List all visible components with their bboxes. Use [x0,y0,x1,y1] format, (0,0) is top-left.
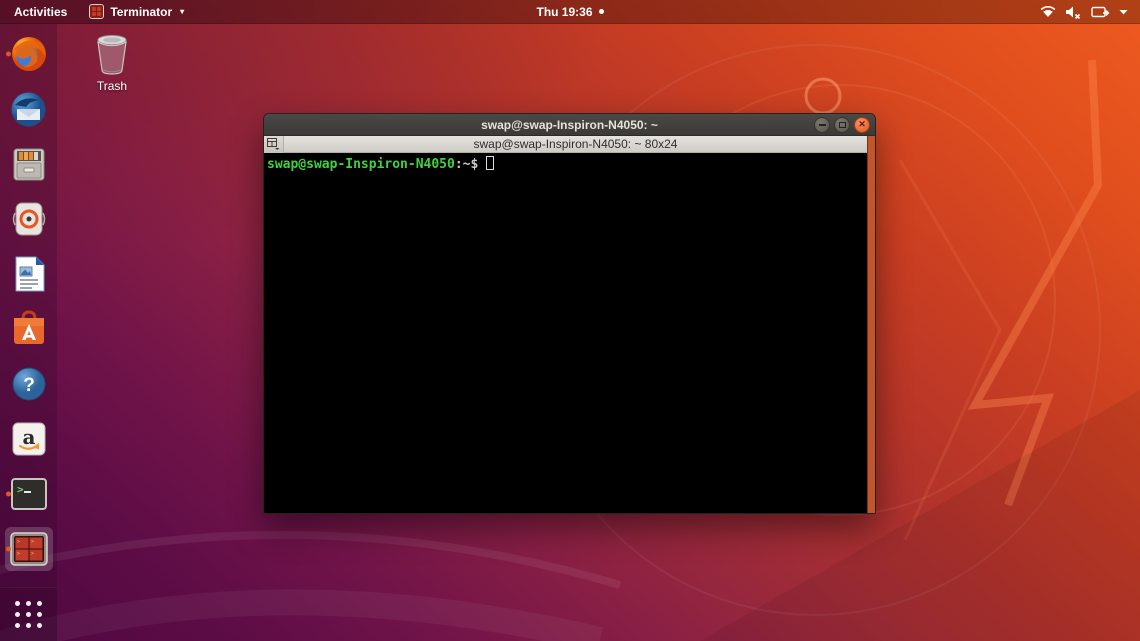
terminal-tab-bar: swap@swap-Inspiron-N4050: ~ 80x24 [264,136,867,153]
grouping-grid-icon [267,138,280,150]
help-icon: ? [10,365,48,403]
activities-label: Activities [14,5,67,19]
terminal-cursor [486,156,494,170]
dock-item-ubuntu-software[interactable] [5,307,53,351]
firefox-icon [10,35,48,73]
notification-dot [599,9,604,14]
app-menu-label: Terminator [110,5,172,19]
chevron-down-icon: ▾ [180,7,184,16]
dock-item-firefox[interactable] [5,32,53,76]
gnome-terminal-icon: > [10,475,48,513]
svg-text:a: a [22,425,35,449]
app-menu-terminator[interactable]: Terminator ▾ [85,0,188,24]
close-icon: ✕ [858,120,866,129]
svg-text:>: > [31,539,34,545]
dock-item-libreoffice-writer[interactable] [5,252,53,296]
battery-icon [1091,5,1110,19]
running-indicator [6,492,11,497]
minimize-button[interactable] [814,117,830,133]
volume-muted-icon [1065,5,1082,19]
minimize-icon [819,124,826,126]
system-status-area[interactable] [1040,5,1140,19]
chevron-down-icon [1119,9,1128,15]
terminator-icon: > > > > [10,530,48,568]
show-applications-grid-icon [15,601,42,628]
terminal-pane-title: swap@swap-Inspiron-N4050: ~ 80x24 [284,137,867,151]
window-titlebar[interactable]: swap@swap-Inspiron-N4050: ~ ✕ [264,114,875,136]
top-bar: Activities Terminator ▾ Thu 19:36 [0,0,1140,24]
trash-label: Trash [97,79,127,93]
running-indicator [6,547,11,552]
dock-item-terminator[interactable]: > > > > [5,527,53,571]
trash-can-icon [92,34,132,76]
close-button[interactable]: ✕ [854,117,870,133]
wifi-icon [1040,5,1056,18]
dock-item-thunderbird[interactable] [5,87,53,131]
clock-text: Thu 19:36 [536,5,592,19]
svg-text:?: ? [23,375,35,396]
terminator-window: swap@swap-Inspiron-N4050: ~ ✕ swap@swap-… [263,113,876,514]
maximize-icon [839,122,846,128]
terminal-scrollbar[interactable] [867,136,875,513]
svg-text:>: > [17,483,24,496]
prompt-user-host: swap@swap-Inspiron-N4050 [267,157,455,172]
dock-item-help[interactable]: ? [5,362,53,406]
libreoffice-writer-icon [10,255,48,293]
trash-desktop-icon[interactable]: Trash [82,34,142,93]
activities-button[interactable]: Activities [10,0,71,24]
svg-text:>: > [17,539,20,545]
show-applications-button[interactable] [0,587,57,641]
terminator-group-button[interactable] [264,136,284,153]
amazon-icon: a [10,420,48,458]
window-title: swap@swap-Inspiron-N4050: ~ [264,118,875,132]
terminator-app-icon [89,4,104,19]
files-icon [10,145,48,183]
dock-item-rhythmbox[interactable] [5,197,53,241]
svg-text:>: > [17,551,20,557]
dock: ? a > [0,24,57,641]
thunderbird-icon [10,90,48,128]
prompt-suffix: :~$ [455,157,478,172]
running-indicator [6,52,11,57]
clock-button[interactable]: Thu 19:36 [536,5,603,19]
dock-item-amazon[interactable]: a [5,417,53,461]
ubuntu-software-icon [10,310,48,348]
svg-text:>: > [31,551,34,557]
dock-item-gnome-terminal[interactable]: > [5,472,53,516]
maximize-button[interactable] [834,117,850,133]
terminal-screen[interactable]: swap@swap-Inspiron-N4050:~$ [264,153,867,513]
rhythmbox-icon [10,200,48,238]
dock-item-files[interactable] [5,142,53,186]
